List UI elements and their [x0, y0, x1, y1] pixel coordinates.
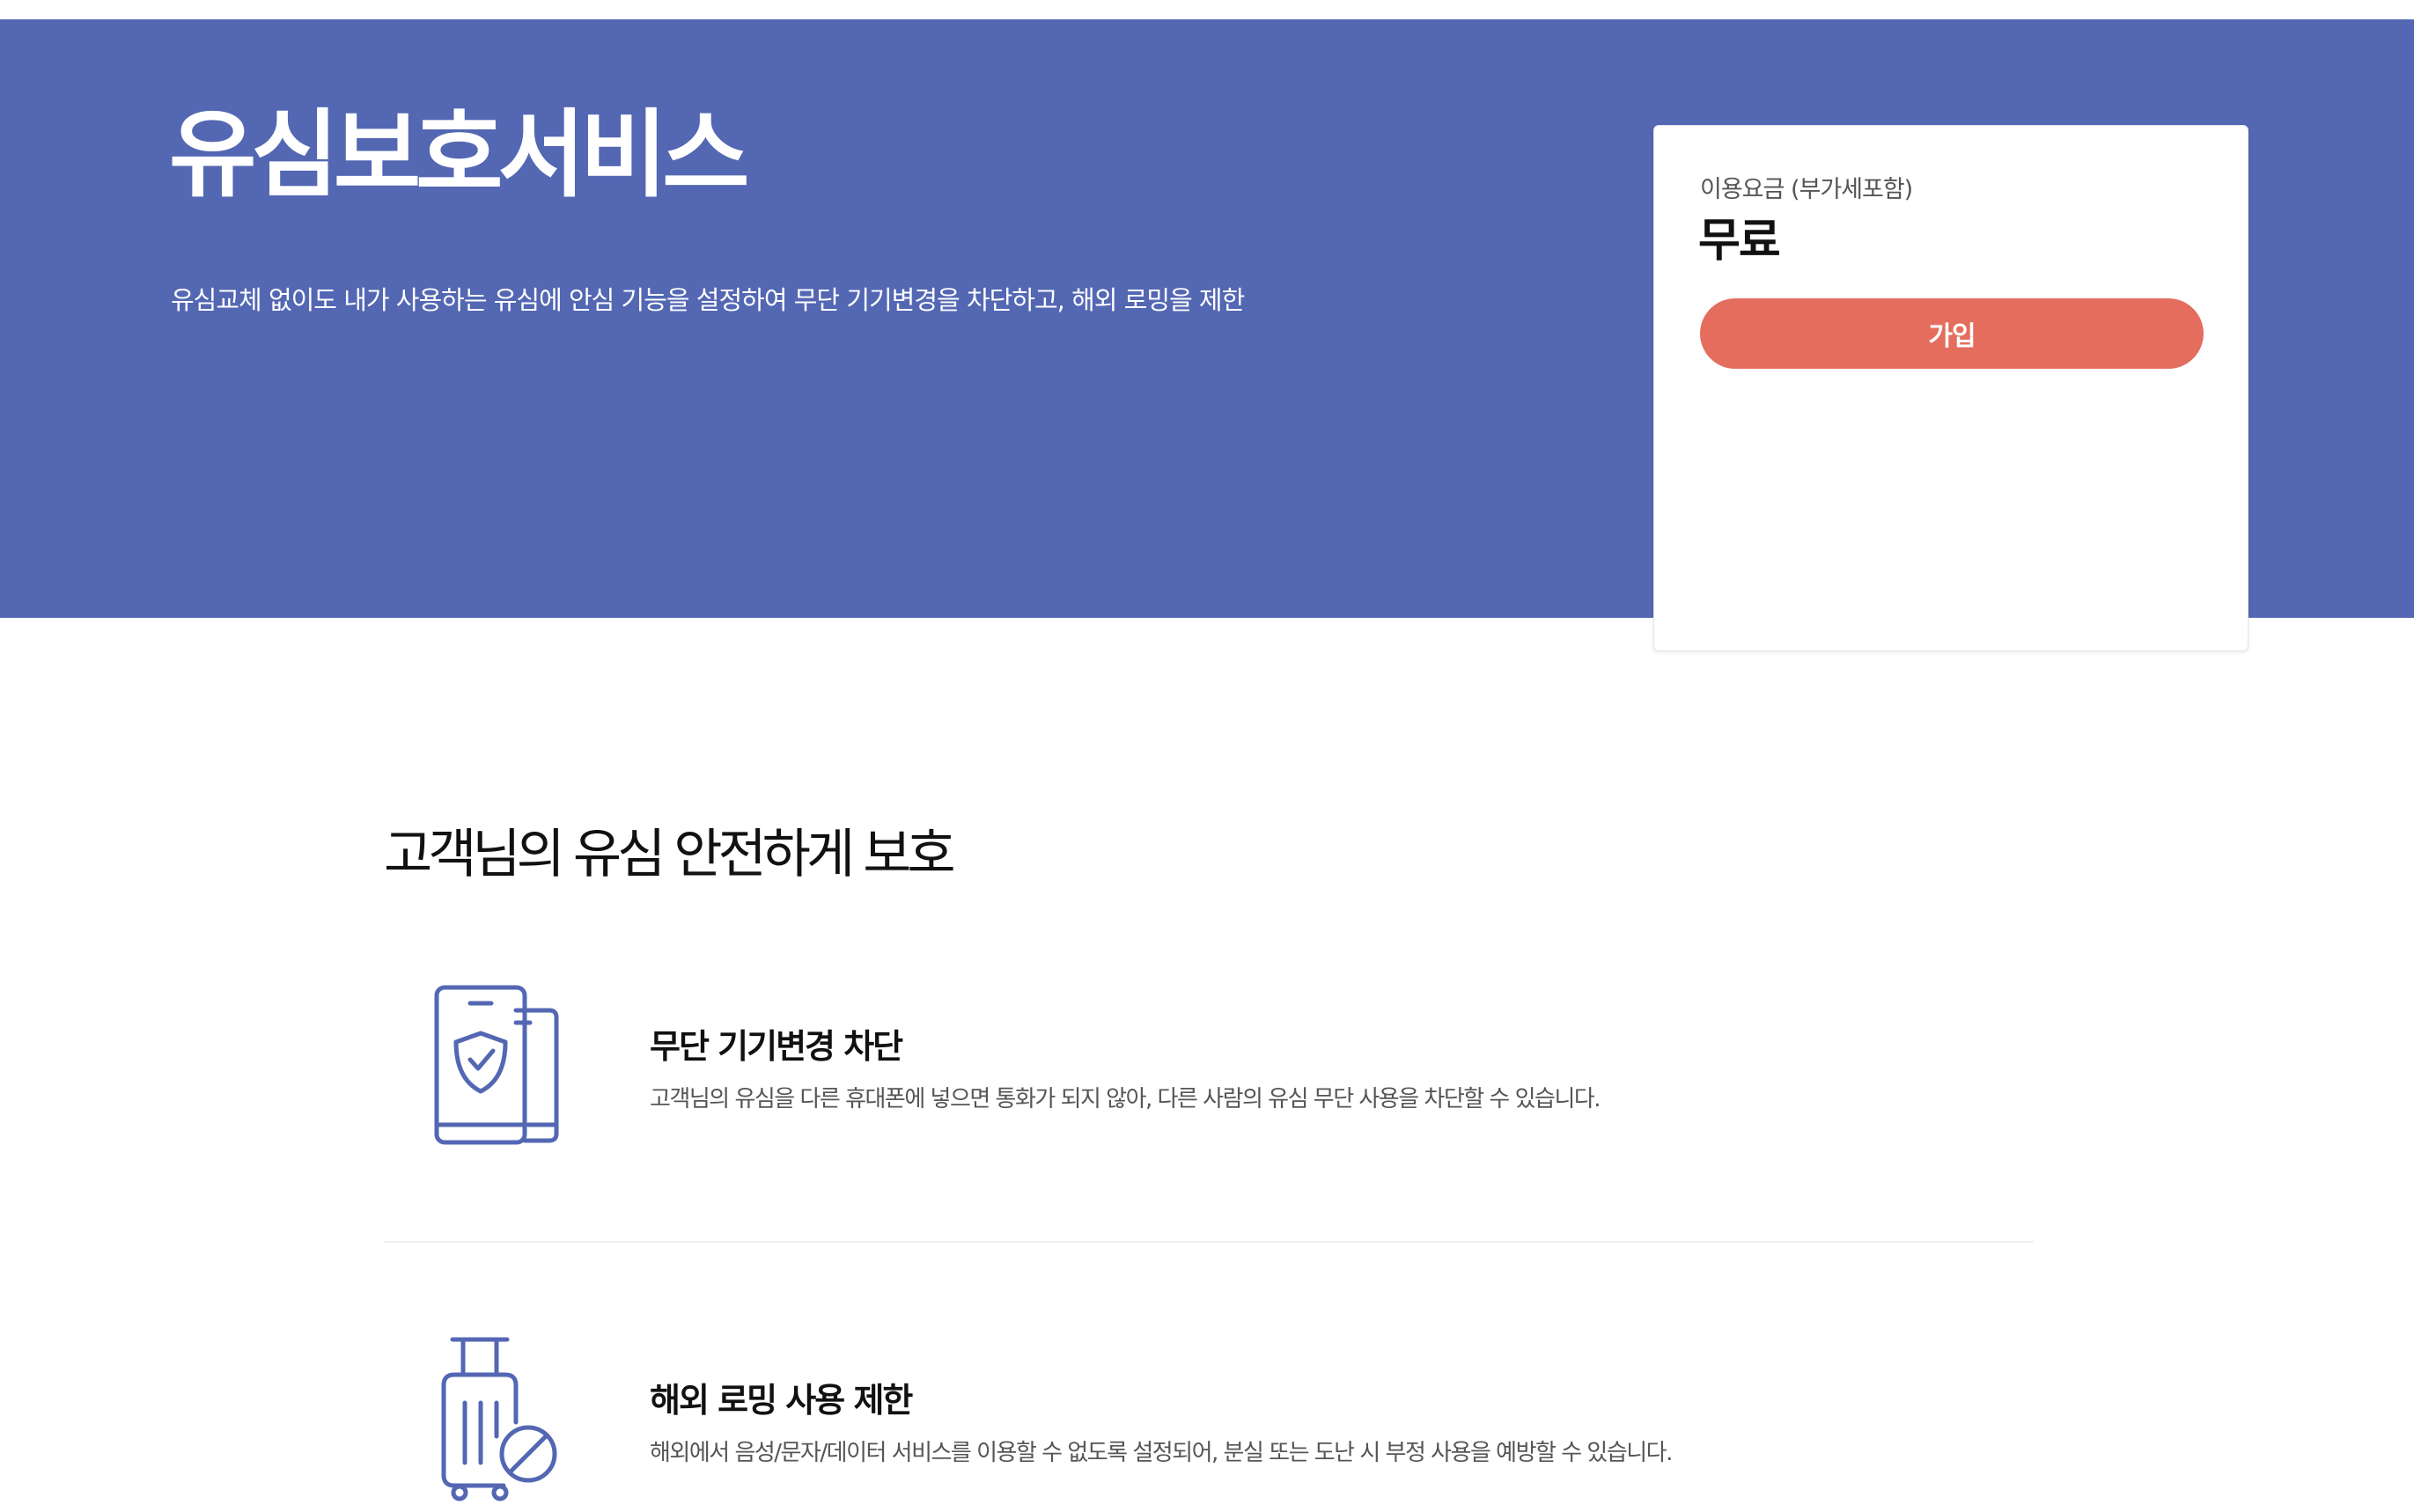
page: 유심보호서비스 유심교체 없이도 내가 사용하는 유심에 안심 기능을 설정하여… [0, 0, 2414, 1512]
price-card: 이용요금 (부가세포함) 무료 가입 [1653, 125, 2248, 651]
price-value: 무료 [1698, 215, 1781, 268]
hero-description: 유심교체 없이도 내가 사용하는 유심에 안심 기능을 설정하여 무단 기기변경… [171, 285, 1245, 315]
feature-title: 무단 기기변경 차단 [650, 1027, 903, 1066]
feature-description: 해외에서 음성/문자/데이터 서비스를 이용할 수 없도록 설정되어, 분실 또… [650, 1440, 1673, 1466]
join-button[interactable]: 가입 [1700, 298, 2204, 369]
section-title: 고객님의 유심 안전하게 보호 [384, 824, 956, 885]
feature-item: 해외 로밍 사용 제한 해외에서 음성/문자/데이터 서비스를 이용할 수 없도… [384, 1331, 2034, 1512]
feature-description: 고객님의 유심을 다른 휴대폰에 넣으면 통화가 되지 않아, 다른 사람의 유… [650, 1086, 1601, 1112]
feature-item: 무단 기기변경 차단 고객님의 유심을 다른 휴대폰에 넣으면 통화가 되지 않… [384, 977, 2034, 1243]
price-label: 이용요금 (부가세포함) [1700, 176, 1913, 203]
phone-shield-icon [434, 985, 559, 1145]
feature-title: 해외 로밍 사용 제한 [650, 1381, 913, 1420]
page-title: 유심보호서비스 [169, 100, 750, 210]
luggage-block-icon [441, 1337, 557, 1501]
